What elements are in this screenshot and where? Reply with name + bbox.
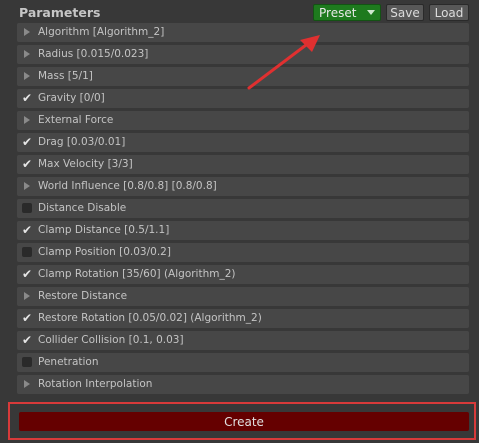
triangle-right-icon[interactable] <box>24 116 30 124</box>
parameter-label: External Force <box>38 114 114 126</box>
parameter-row[interactable]: ✔ Restore Rotation [0.05/0.02] (Algorithm… <box>17 309 469 328</box>
parameter-label: Algorithm [Algorithm_2] <box>38 26 165 38</box>
triangle-right-icon[interactable] <box>24 72 30 80</box>
parameter-row[interactable]: External Force <box>17 111 469 130</box>
checkmark-icon[interactable]: ✔ <box>21 268 33 280</box>
checkmark-icon[interactable]: ✔ <box>21 92 33 104</box>
parameter-label: Restore Rotation [0.05/0.02] (Algorithm_… <box>38 312 262 324</box>
triangle-right-icon[interactable] <box>24 292 30 300</box>
parameter-row[interactable]: Clamp Position [0.03/0.2] <box>17 243 469 262</box>
panel-title: Parameters <box>19 5 101 20</box>
parameter-label: World Influence [0.8/0.8] [0.8/0.8] <box>38 180 217 192</box>
parameter-row[interactable]: World Influence [0.8/0.8] [0.8/0.8] <box>17 177 469 196</box>
checkmark-icon[interactable]: ✔ <box>21 312 33 324</box>
triangle-right-icon[interactable] <box>24 380 30 388</box>
empty-checkbox-icon[interactable] <box>22 357 32 367</box>
parameter-label: Collider Collision [0.1, 0.03] <box>38 334 184 346</box>
parameter-label: Gravity [0/0] <box>38 92 105 104</box>
checkmark-icon[interactable]: ✔ <box>21 224 33 236</box>
parameter-row[interactable]: Restore Distance <box>17 287 469 306</box>
parameter-label: Rotation Interpolation <box>38 378 153 390</box>
create-button[interactable]: Create <box>19 412 469 431</box>
parameter-label: Mass [5/1] <box>38 70 93 82</box>
parameter-label: Penetration <box>38 356 99 368</box>
parameter-row[interactable]: ✔ Clamp Rotation [35/60] (Algorithm_2) <box>17 265 469 284</box>
checkmark-icon[interactable]: ✔ <box>21 158 33 170</box>
parameter-row[interactable]: Algorithm [Algorithm_2] <box>17 23 469 42</box>
parameter-label: Radius [0.015/0.023] <box>38 48 149 60</box>
parameter-label: Distance Disable <box>38 202 127 214</box>
triangle-right-icon[interactable] <box>24 28 30 36</box>
parameter-row[interactable]: Penetration <box>17 353 469 372</box>
preset-dropdown[interactable]: Preset <box>313 4 381 21</box>
triangle-right-icon[interactable] <box>24 50 30 58</box>
parameter-label: Clamp Distance [0.5/1.1] <box>38 224 170 236</box>
triangle-right-icon[interactable] <box>24 182 30 190</box>
parameter-label: Restore Distance <box>38 290 128 302</box>
parameter-row[interactable]: ✔ Clamp Distance [0.5/1.1] <box>17 221 469 240</box>
parameter-list: Algorithm [Algorithm_2] Radius [0.015/0.0… <box>17 23 469 397</box>
chevron-down-icon <box>367 10 375 15</box>
parameters-panel: Parameters Preset Save Load Algorithm [A… <box>0 0 479 443</box>
save-button[interactable]: Save <box>386 4 424 21</box>
parameter-label: Clamp Position [0.03/0.2] <box>38 246 171 258</box>
preset-label: Preset <box>319 5 357 20</box>
parameter-row[interactable]: ✔ Collider Collision [0.1, 0.03] <box>17 331 469 350</box>
checkmark-icon[interactable]: ✔ <box>21 334 33 346</box>
checkmark-icon[interactable]: ✔ <box>21 136 33 148</box>
parameter-row[interactable]: Distance Disable <box>17 199 469 218</box>
parameter-row[interactable]: ✔ Max Velocity [3/3] <box>17 155 469 174</box>
parameter-row[interactable]: Rotation Interpolation <box>17 375 469 394</box>
parameter-label: Clamp Rotation [35/60] (Algorithm_2) <box>38 268 236 280</box>
parameter-label: Drag [0.03/0.01] <box>38 136 126 148</box>
parameter-row[interactable]: ✔ Gravity [0/0] <box>17 89 469 108</box>
parameter-row[interactable]: Mass [5/1] <box>17 67 469 86</box>
empty-checkbox-icon[interactable] <box>22 203 32 213</box>
load-button[interactable]: Load <box>429 4 469 21</box>
empty-checkbox-icon[interactable] <box>22 247 32 257</box>
parameter-row[interactable]: ✔ Drag [0.03/0.01] <box>17 133 469 152</box>
parameter-label: Max Velocity [3/3] <box>38 158 133 170</box>
parameter-row[interactable]: Radius [0.015/0.023] <box>17 45 469 64</box>
